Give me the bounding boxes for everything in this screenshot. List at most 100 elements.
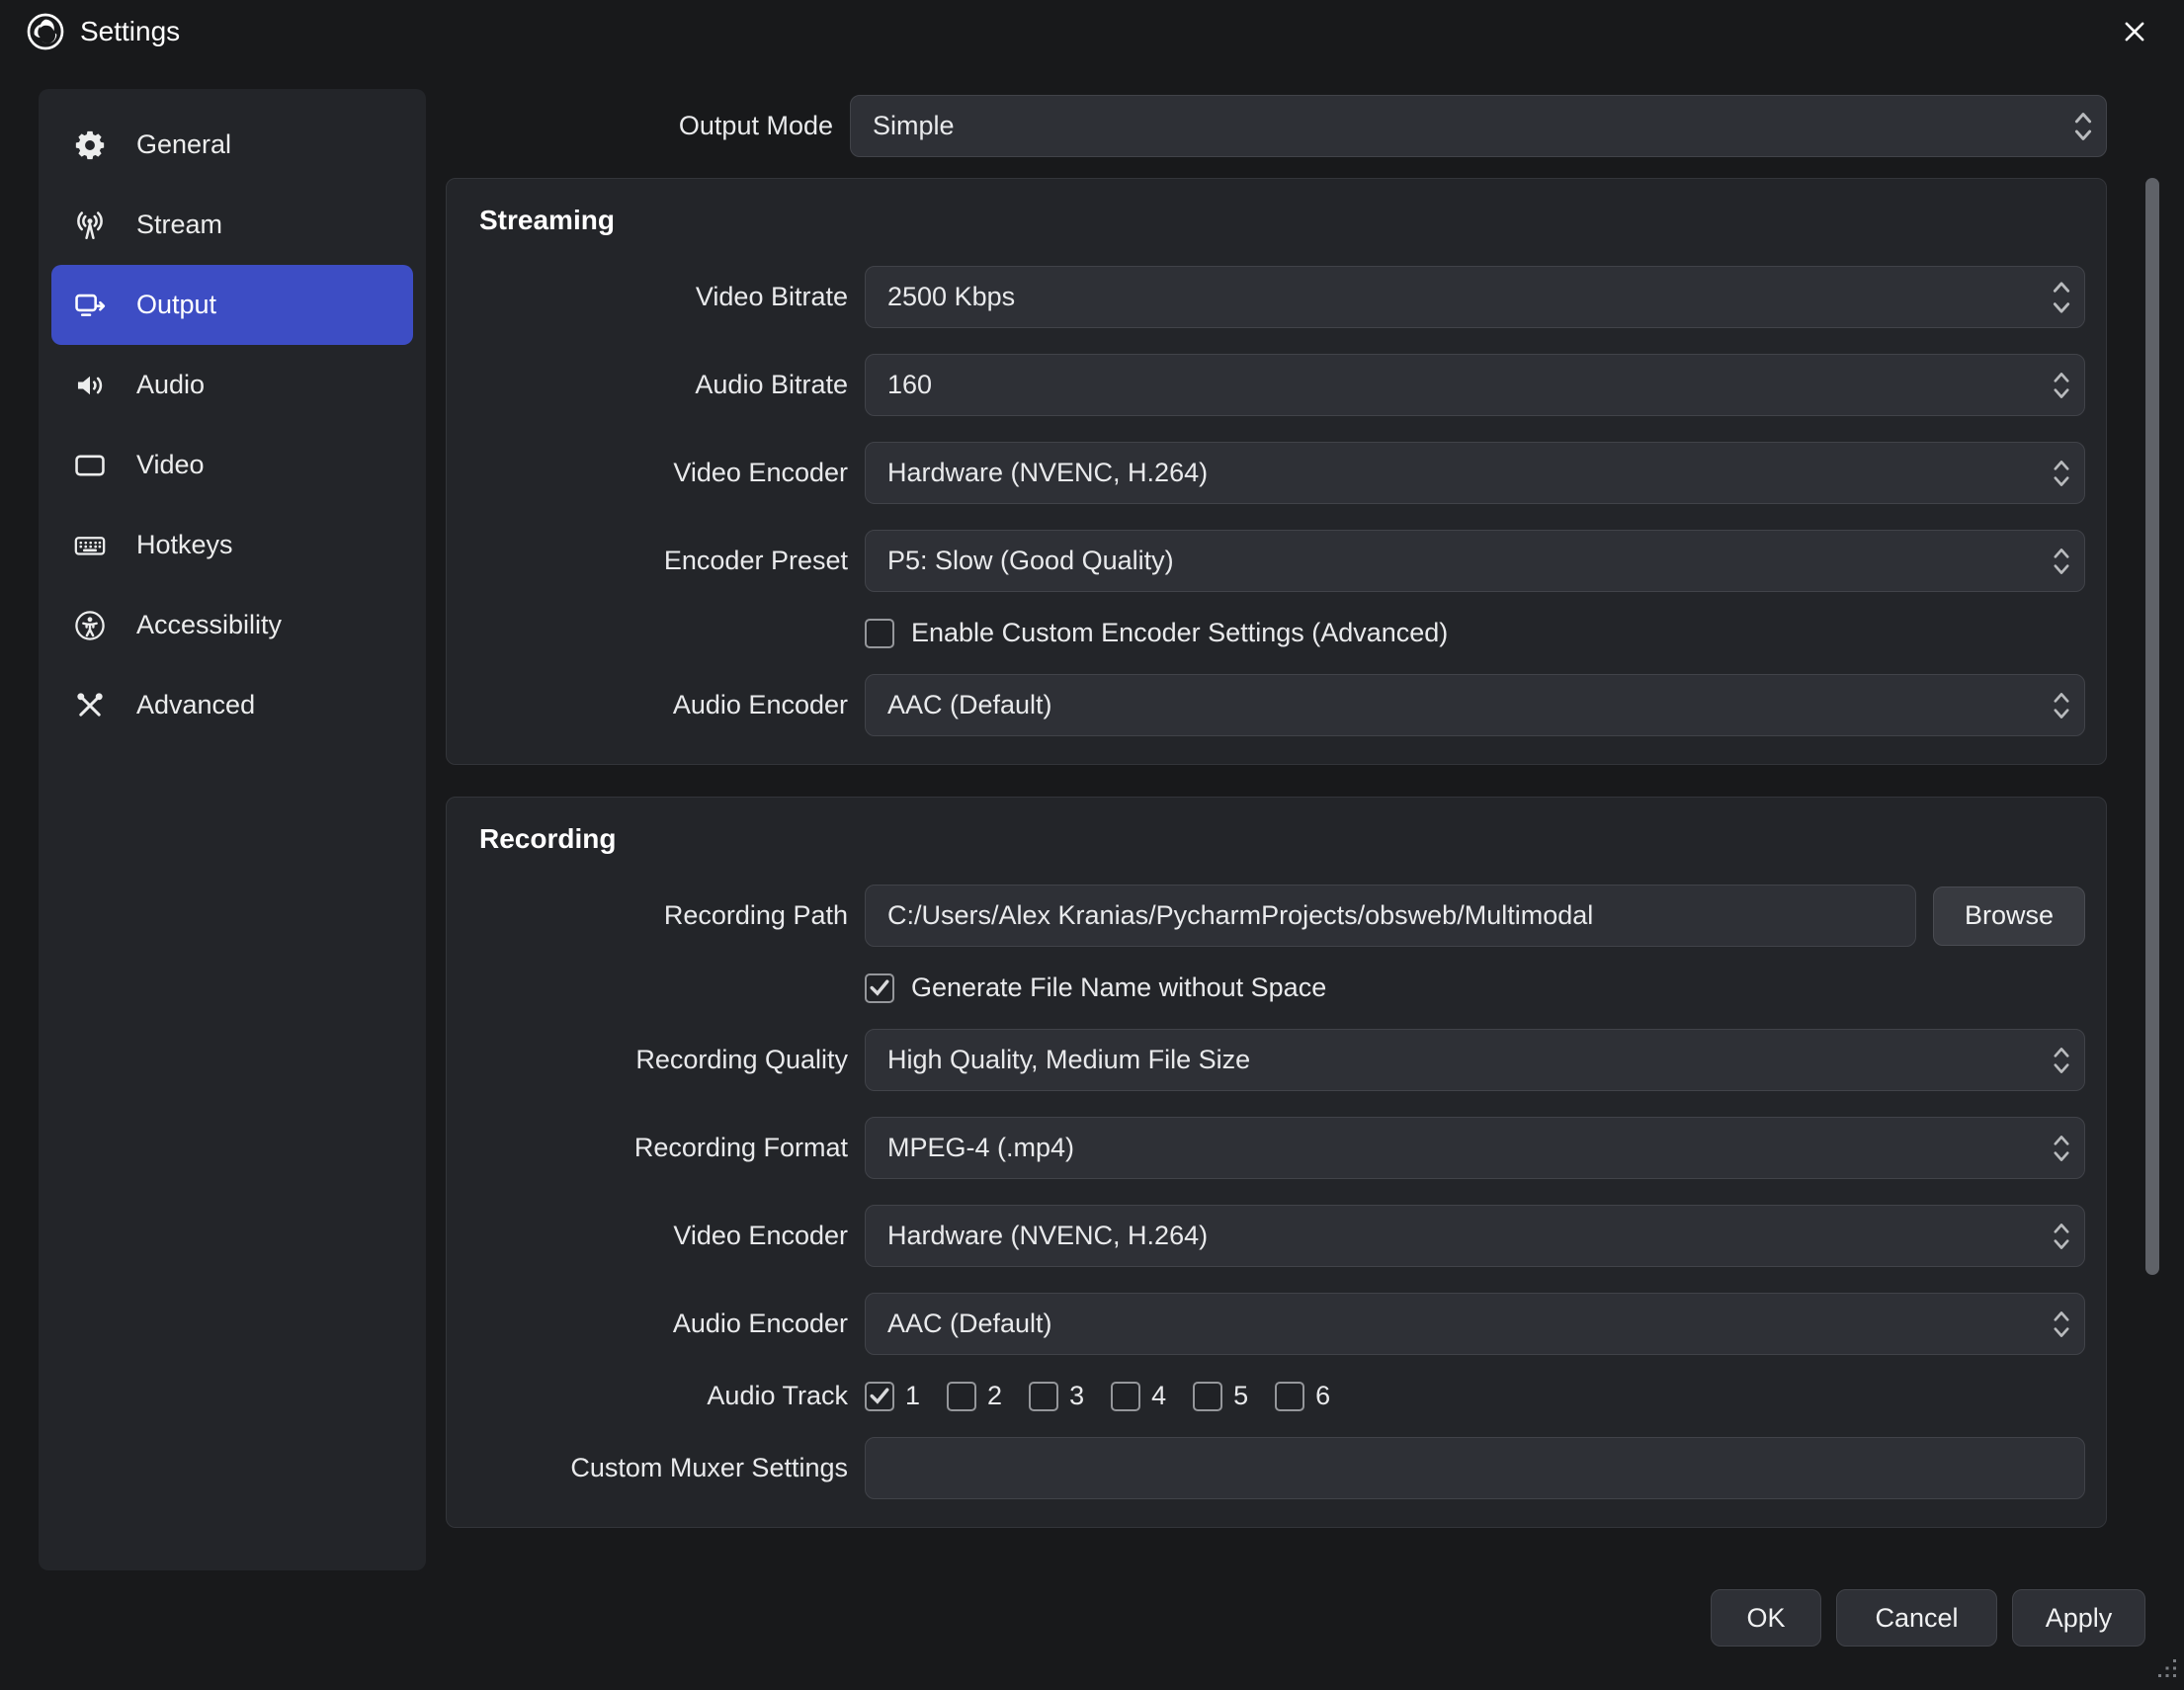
recording-audio-encoder-select[interactable]: AAC (Default): [865, 1293, 2085, 1355]
output-mode-select[interactable]: Simple: [850, 95, 2107, 157]
custom-encoder-checkbox[interactable]: Enable Custom Encoder Settings (Advanced…: [865, 618, 1448, 648]
audio-track-checkbox-4[interactable]: 4: [1111, 1381, 1166, 1411]
audio-track-checkbox-1[interactable]: 1: [865, 1381, 920, 1411]
spinner-arrows-icon: [2052, 276, 2071, 319]
checkbox-box: [1275, 1382, 1304, 1411]
encoder-preset-label: Encoder Preset: [477, 546, 848, 576]
obs-logo-icon: [26, 12, 65, 51]
recording-section: Recording Recording Path C:/Users/Alex K…: [446, 797, 2107, 1528]
video-bitrate-value: 2500 Kbps: [887, 282, 1015, 312]
sidebar-item-label: Audio: [136, 370, 205, 400]
sidebar-item-label: General: [136, 129, 231, 160]
streaming-section-title: Streaming: [479, 205, 2085, 236]
output-icon: [73, 289, 107, 322]
chevron-updown-icon: [2052, 1308, 2071, 1341]
chevron-updown-icon: [2052, 1132, 2071, 1165]
recording-quality-select[interactable]: High Quality, Medium File Size: [865, 1029, 2085, 1091]
sidebar-item-general[interactable]: General: [51, 105, 413, 185]
video-encoder-select[interactable]: Hardware (NVENC, H.264): [865, 442, 2085, 504]
recording-video-encoder-value: Hardware (NVENC, H.264): [887, 1221, 1208, 1251]
recording-section-title: Recording: [479, 823, 2085, 855]
apply-button[interactable]: Apply: [2012, 1589, 2145, 1647]
scrollbar-thumb[interactable]: [2145, 178, 2159, 1275]
window-title: Settings: [80, 16, 180, 47]
resize-grip[interactable]: [2156, 1655, 2178, 1686]
audio-track-label: Audio Track: [477, 1381, 848, 1411]
audio-track-checkbox-5[interactable]: 5: [1193, 1381, 1248, 1411]
audio-bitrate-label: Audio Bitrate: [477, 370, 848, 400]
cancel-button[interactable]: Cancel: [1836, 1589, 1997, 1647]
sidebar-item-label: Advanced: [136, 690, 255, 720]
recording-quality-value: High Quality, Medium File Size: [887, 1045, 1250, 1075]
generate-filename-checkbox[interactable]: Generate File Name without Space: [865, 972, 1326, 1003]
recording-quality-label: Recording Quality: [477, 1045, 848, 1075]
checkbox-box: [1193, 1382, 1222, 1411]
sidebar-item-video[interactable]: Video: [51, 425, 413, 505]
scrollbar: [2145, 95, 2159, 1570]
chevron-updown-icon: [2052, 457, 2071, 490]
accessibility-icon: [73, 609, 107, 642]
close-button[interactable]: [2111, 8, 2158, 55]
audio-track-checkbox-3[interactable]: 3: [1029, 1381, 1084, 1411]
audio-track-number: 2: [987, 1381, 1002, 1411]
checkbox-box: [1029, 1382, 1058, 1411]
recording-format-label: Recording Format: [477, 1133, 848, 1163]
checkbox-box: [865, 1382, 894, 1411]
audio-track-checkbox-6[interactable]: 6: [1275, 1381, 1330, 1411]
sidebar-item-stream[interactable]: Stream: [51, 185, 413, 265]
recording-path-label: Recording Path: [477, 900, 848, 931]
encoder-preset-value: P5: Slow (Good Quality): [887, 546, 1174, 576]
tools-icon: [73, 689, 107, 722]
audio-encoder-select[interactable]: AAC (Default): [865, 674, 2085, 736]
sidebar-item-accessibility[interactable]: Accessibility: [51, 585, 413, 665]
keyboard-icon: [73, 529, 107, 562]
checkbox-box: [865, 973, 894, 1003]
ok-button[interactable]: OK: [1711, 1589, 1821, 1647]
generate-filename-checkbox-label: Generate File Name without Space: [911, 972, 1326, 1003]
custom-muxer-input[interactable]: [865, 1437, 2085, 1499]
sidebar: General Stream Output Audio Video Hotkey…: [39, 89, 426, 1570]
chevron-updown-icon: [2073, 105, 2093, 148]
chevron-updown-icon: [2052, 1044, 2071, 1077]
speaker-icon: [73, 369, 107, 402]
custom-muxer-label: Custom Muxer Settings: [477, 1453, 848, 1483]
close-icon: [2122, 19, 2147, 44]
sidebar-item-advanced[interactable]: Advanced: [51, 665, 413, 745]
recording-path-value: C:/Users/Alex Kranias/PycharmProjects/ob…: [887, 900, 1593, 931]
video-bitrate-spinbox[interactable]: 2500 Kbps: [865, 266, 2085, 328]
checkbox-box: [865, 619, 894, 648]
recording-video-encoder-label: Video Encoder: [477, 1221, 848, 1251]
audio-bitrate-value: 160: [887, 370, 932, 400]
recording-audio-encoder-value: AAC (Default): [887, 1309, 1052, 1339]
recording-format-select[interactable]: MPEG-4 (.mp4): [865, 1117, 2085, 1179]
output-mode-label: Output Mode: [446, 111, 833, 141]
output-settings-panel: Output Mode Simple Streaming Video Bitra…: [446, 95, 2107, 1560]
sidebar-item-audio[interactable]: Audio: [51, 345, 413, 425]
sidebar-item-label: Stream: [136, 210, 222, 240]
sidebar-item-label: Accessibility: [136, 610, 282, 640]
streaming-section: Streaming Video Bitrate 2500 Kbps Audio …: [446, 178, 2107, 765]
audio-bitrate-spinbox[interactable]: 160: [865, 354, 2085, 416]
sidebar-item-hotkeys[interactable]: Hotkeys: [51, 505, 413, 585]
chevron-updown-icon: [2052, 545, 2071, 578]
encoder-preset-select[interactable]: P5: Slow (Good Quality): [865, 530, 2085, 592]
broadcast-icon: [73, 209, 107, 242]
gear-icon: [73, 128, 107, 162]
audio-track-number: 5: [1233, 1381, 1248, 1411]
audio-track-checkbox-2[interactable]: 2: [947, 1381, 1002, 1411]
recording-format-value: MPEG-4 (.mp4): [887, 1133, 1074, 1163]
dialog-footer: OK Cancel Apply: [1711, 1589, 2145, 1647]
chevron-updown-icon: [2052, 1220, 2071, 1253]
recording-path-input[interactable]: C:/Users/Alex Kranias/PycharmProjects/ob…: [865, 885, 1916, 947]
video-encoder-value: Hardware (NVENC, H.264): [887, 458, 1208, 488]
sidebar-item-label: Output: [136, 290, 216, 320]
audio-track-number: 4: [1151, 1381, 1166, 1411]
recording-video-encoder-select[interactable]: Hardware (NVENC, H.264): [865, 1205, 2085, 1267]
checkbox-box: [947, 1382, 976, 1411]
video-bitrate-label: Video Bitrate: [477, 282, 848, 312]
custom-encoder-checkbox-label: Enable Custom Encoder Settings (Advanced…: [911, 618, 1448, 648]
browse-button[interactable]: Browse: [1933, 887, 2085, 946]
sidebar-item-output[interactable]: Output: [51, 265, 413, 345]
audio-encoder-label: Audio Encoder: [477, 690, 848, 720]
chevron-updown-icon: [2052, 689, 2071, 722]
